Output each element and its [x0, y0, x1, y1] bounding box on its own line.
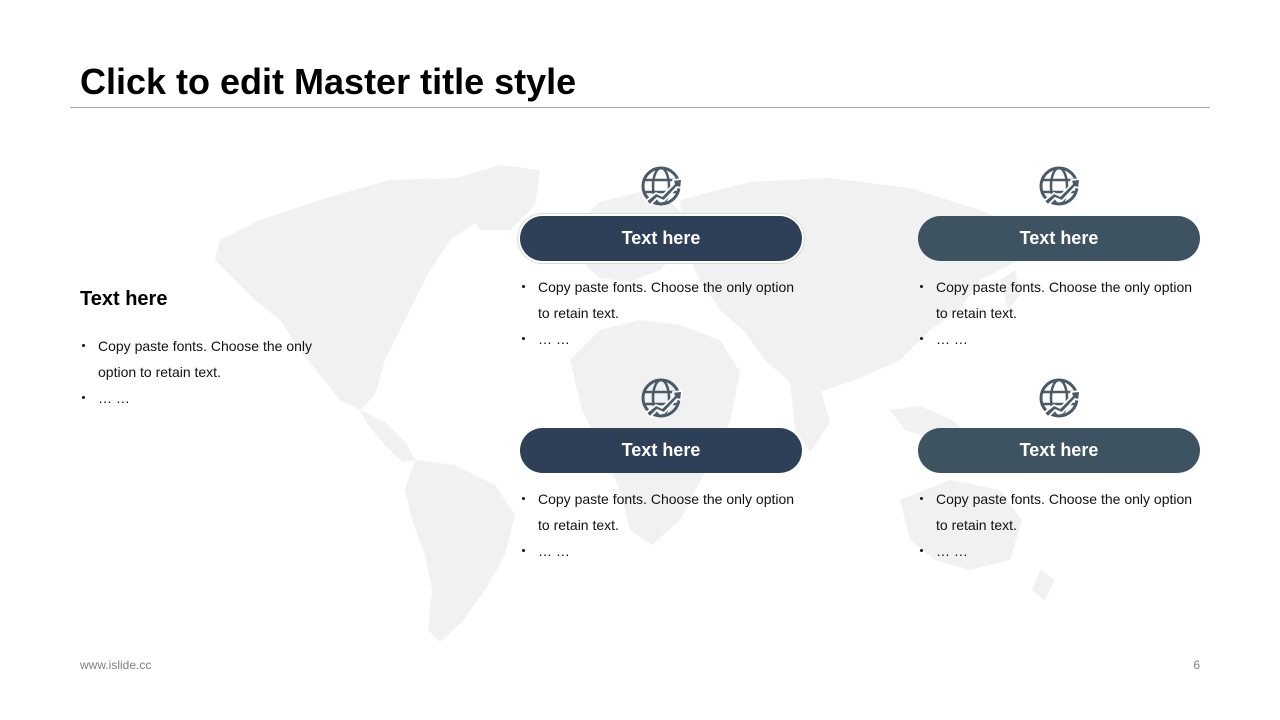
globe-growth-icon	[1039, 378, 1080, 418]
card-bullet-list: Copy paste fonts. Choose the only option…	[520, 274, 802, 352]
card-bullet-item[interactable]: … …	[918, 326, 1200, 352]
globe-growth-icon	[1039, 166, 1080, 206]
card-label-pill[interactable]: Text here	[918, 428, 1200, 473]
globe-growth-icon	[641, 378, 682, 418]
footer-url[interactable]: www.islide.cc	[80, 658, 151, 672]
side-heading[interactable]: Text here	[80, 288, 167, 311]
card-bullet-list: Copy paste fonts. Choose the only option…	[520, 486, 802, 564]
card-bullet-item[interactable]: … …	[520, 326, 802, 352]
card-bullet-list: Copy paste fonts. Choose the only option…	[918, 274, 1200, 352]
title-divider	[70, 107, 1210, 108]
side-bullet-item[interactable]: … …	[80, 385, 340, 411]
card-bullet-item[interactable]: Copy paste fonts. Choose the only option…	[918, 274, 1200, 326]
page-number: 6	[1193, 658, 1200, 672]
card-bullet-item[interactable]: Copy paste fonts. Choose the only option…	[520, 486, 802, 538]
side-bullet-item[interactable]: Copy paste fonts. Choose the only option…	[80, 333, 340, 385]
card-bullet-item[interactable]: … …	[918, 538, 1200, 564]
card-label-pill[interactable]: Text here	[520, 216, 802, 261]
card-bullet-item[interactable]: Copy paste fonts. Choose the only option…	[918, 486, 1200, 538]
card-bullet-item[interactable]: Copy paste fonts. Choose the only option…	[520, 274, 802, 326]
globe-growth-icon	[641, 166, 682, 206]
card-bullet-list: Copy paste fonts. Choose the only option…	[918, 486, 1200, 564]
card-label-pill[interactable]: Text here	[520, 428, 802, 473]
card-bullet-item[interactable]: … …	[520, 538, 802, 564]
side-bullet-list: Copy paste fonts. Choose the only option…	[80, 333, 340, 411]
card-label-pill[interactable]: Text here	[918, 216, 1200, 261]
slide-title[interactable]: Click to edit Master title style	[80, 60, 576, 104]
